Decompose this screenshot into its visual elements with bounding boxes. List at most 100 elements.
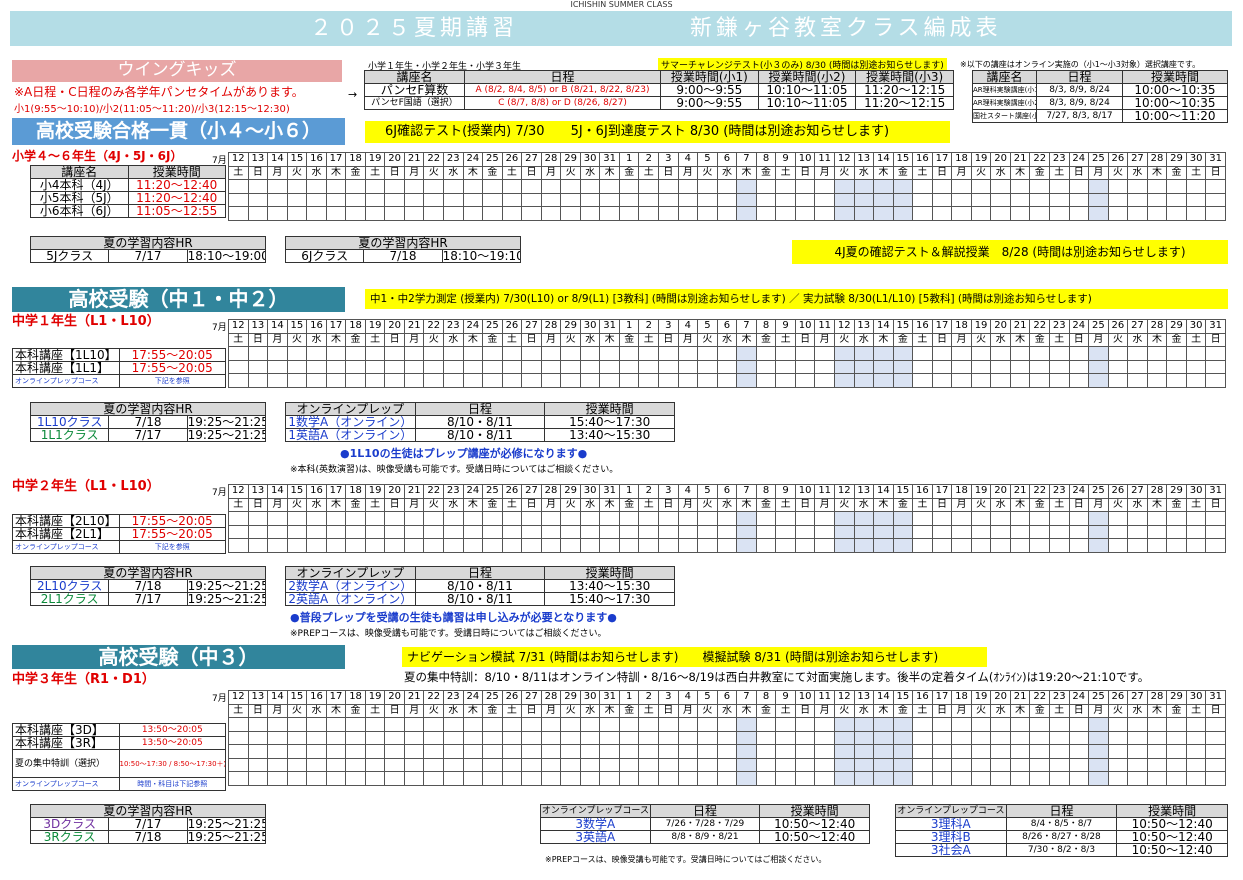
calendar-cell (833, 346, 855, 361)
calendar-cell (1029, 757, 1050, 772)
calendar-weekday: 火 (697, 497, 718, 512)
calendar-day: 28 (540, 484, 562, 499)
calendar-cell (403, 359, 425, 374)
calendar-weekday: 日 (521, 703, 542, 718)
calendar-cell (1088, 511, 1109, 526)
calendar-day: 2 (638, 484, 660, 499)
calendar-day: 26 (1107, 319, 1129, 334)
calendar-cell (228, 717, 249, 732)
calendar-day: 1 (618, 484, 640, 499)
calendar-cell (912, 744, 933, 759)
calendar-cell (677, 757, 699, 772)
calendar-cell (677, 206, 699, 221)
calendar-weekday: 土 (228, 497, 249, 512)
calendar-cell (716, 511, 738, 526)
calendar-cell (286, 206, 308, 221)
sho-hr-6j: 夏の学習内容HR 6Jクラス 7/18 18:10～19:10 (284, 236, 522, 263)
calendar-cell (306, 538, 327, 553)
calendar-cell (873, 757, 894, 772)
calendar-cell (1146, 757, 1168, 772)
calendar-cell (423, 373, 445, 388)
calendar-day: 13 (853, 690, 875, 705)
calendar-day: 26 (1107, 484, 1129, 499)
calendar-cell (423, 346, 445, 361)
calendar-day: 14 (873, 319, 894, 334)
calendar-cell (599, 744, 620, 759)
calendar-cell (599, 179, 620, 194)
calendar-cell (286, 359, 308, 374)
calendar-cell (443, 717, 464, 732)
calendar-day: 30 (579, 152, 601, 167)
calendar-cell (462, 538, 484, 553)
calendar-cell (1068, 192, 1090, 207)
calendar-cell (540, 373, 562, 388)
calendar-day: 19 (364, 484, 386, 499)
calendar-day: 20 (990, 484, 1011, 499)
calendar-cell (540, 771, 562, 786)
calendar-cell (560, 206, 581, 221)
calendar-cell (443, 179, 464, 194)
calendar-cell (1127, 771, 1148, 786)
calendar-cell (1127, 730, 1148, 745)
calendar-cell (599, 524, 620, 539)
calendar-cell (1068, 771, 1090, 786)
calendar-cell (794, 359, 816, 374)
calendar-cell (638, 730, 660, 745)
calendar-cell (540, 744, 562, 759)
calendar-cell (325, 771, 347, 786)
calendar-cell (755, 744, 777, 759)
calendar-cell (1205, 359, 1226, 374)
calendar-weekday: 木 (873, 332, 894, 347)
calendar-cell (697, 524, 718, 539)
calendar-cell (482, 730, 503, 745)
calendar-cell (833, 771, 855, 786)
calendar-cell (1166, 730, 1187, 745)
calendar-cell (951, 730, 972, 745)
calendar-cell (247, 359, 269, 374)
calendar-cell (873, 730, 894, 745)
calendar-cell (1205, 538, 1226, 553)
calendar-weekday: 水 (853, 703, 875, 718)
calendar-day: 1 (618, 690, 640, 705)
calendar-day: 26 (501, 484, 523, 499)
calendar-weekday: 日 (1205, 497, 1226, 512)
calendar-day: 29 (1166, 152, 1187, 167)
calendar-cell (560, 524, 581, 539)
calendar-weekday: 火 (1107, 703, 1129, 718)
calendar-cell (1107, 192, 1129, 207)
calendar-day: 20 (384, 152, 405, 167)
calendar-cell (775, 359, 796, 374)
calendar-day: 26 (501, 319, 523, 334)
calendar-day: 30 (1185, 484, 1207, 499)
calendar-day: 25 (482, 484, 503, 499)
calendar-cell (345, 373, 366, 388)
calendar-cell (286, 771, 308, 786)
chu2-table: 本科講座【2L10】 17:55～20:05 本科講座【2L1】 17:55～20:… (12, 514, 226, 554)
calendar-cell (892, 757, 914, 772)
calendar-cell (912, 346, 933, 361)
calendar-weekday: 火 (286, 703, 308, 718)
calendar-weekday: 金 (482, 332, 503, 347)
calendar-cell (697, 538, 718, 553)
calendar-cell (677, 179, 699, 194)
calendar-day: 26 (1107, 152, 1129, 167)
calendar-cell (1009, 744, 1031, 759)
calendar-cell (970, 717, 992, 732)
chu12-title: 高校受験（中１・中２） (12, 287, 345, 312)
calendar-cell (1107, 730, 1129, 745)
chu3-title: 高校受験（中３） (12, 645, 345, 669)
calendar-cell (1107, 511, 1129, 526)
calendar-day: 19 (970, 484, 992, 499)
calendar-day: 19 (364, 690, 386, 705)
calendar-cell (482, 511, 503, 526)
calendar-cell (833, 511, 855, 526)
calendar-cell (364, 524, 386, 539)
calendar-weekday: 金 (345, 332, 366, 347)
calendar-cell (599, 192, 620, 207)
calendar-cell (716, 346, 738, 361)
calendar-cell (1048, 179, 1070, 194)
calendar-cell (540, 346, 562, 361)
calendar-day: 27 (1127, 319, 1148, 334)
calendar-cell (677, 538, 699, 553)
calendar-cell (384, 757, 405, 772)
